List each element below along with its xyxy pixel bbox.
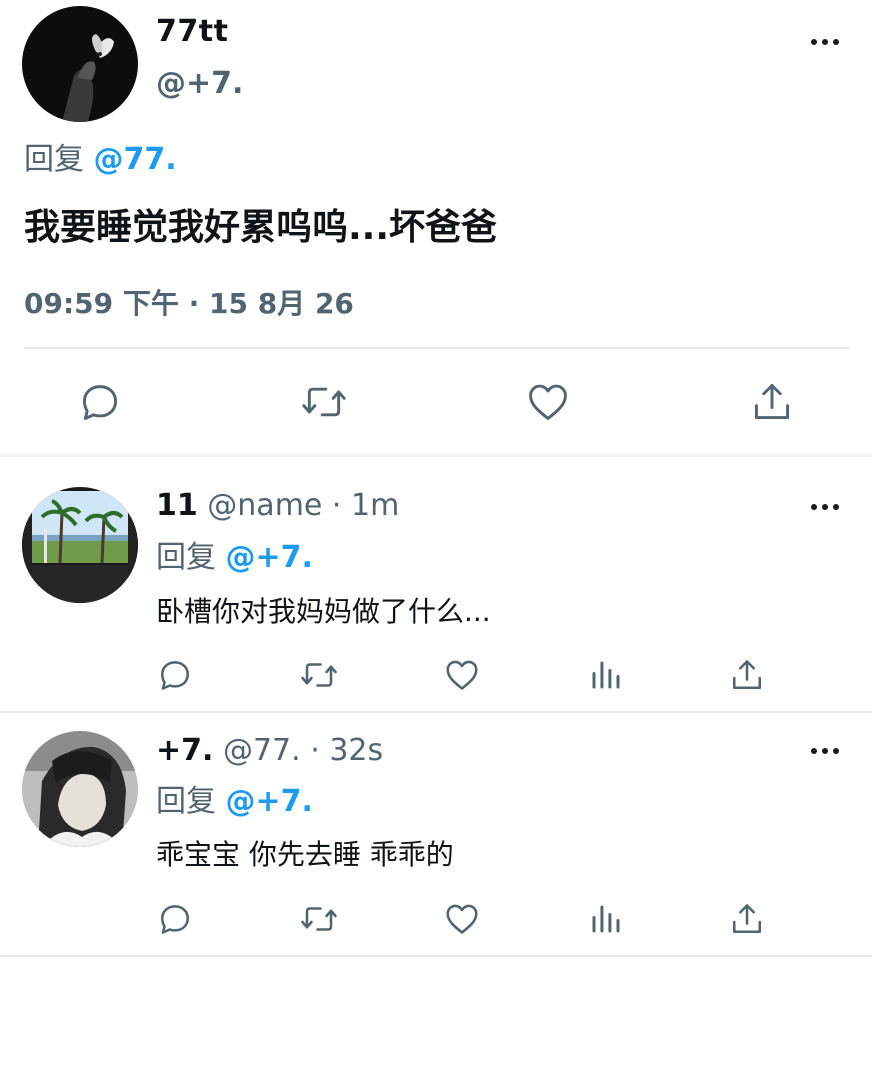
reply-handle[interactable]: @name — [207, 488, 322, 523]
share-icon[interactable] — [729, 901, 765, 937]
section-divider — [0, 454, 872, 457]
reply-prefix: 回复 — [24, 142, 84, 177]
reply-header: +7. @77. · 32s — [156, 733, 383, 768]
main-tweet-text: 我要睡觉我好累呜呜...坏爸爸 — [24, 207, 498, 248]
share-icon[interactable] — [750, 380, 794, 424]
like-icon[interactable] — [444, 901, 480, 937]
reply-prefix: 回复 — [156, 784, 216, 819]
analytics-icon[interactable] — [588, 657, 624, 693]
reply-prefix: 回复 — [156, 540, 216, 575]
main-avatar[interactable] — [22, 6, 138, 122]
reply-icon[interactable] — [157, 901, 193, 937]
reply-separator: · — [331, 488, 342, 523]
retweet-icon[interactable] — [299, 901, 339, 937]
reply-divider — [0, 955, 872, 957]
reply-avatar[interactable] — [22, 731, 138, 847]
reply-icon[interactable] — [157, 657, 193, 693]
retweet-icon[interactable] — [299, 657, 339, 693]
reply-text: 卧槽你对我妈妈做了什么... — [156, 595, 491, 628]
main-reply-context: 回复 @77. — [24, 134, 177, 178]
main-handle[interactable]: @+7. — [156, 66, 243, 101]
reply-avatar[interactable] — [22, 487, 138, 603]
reply-context: 回复 @+7. — [156, 776, 313, 820]
main-tweet-timestamp[interactable]: 09:59 下午 · 15 8月 26 — [24, 282, 354, 322]
reply-icon[interactable] — [78, 380, 122, 424]
more-options-icon[interactable] — [811, 747, 841, 757]
retweet-icon[interactable] — [300, 380, 348, 424]
reply-divider — [0, 711, 872, 713]
reply-text: 乖宝宝 你先去睡 乖乖的 — [156, 838, 454, 871]
reply-time[interactable]: 1m — [351, 488, 399, 523]
reply-time[interactable]: 32s — [329, 733, 383, 768]
share-icon[interactable] — [729, 657, 765, 693]
reply-display-name[interactable]: +7. — [156, 733, 213, 768]
reply-mention-link[interactable]: @77. — [94, 142, 177, 177]
reply-context: 回复 @+7. — [156, 532, 313, 576]
reply-display-name[interactable]: 11 — [156, 488, 198, 523]
analytics-icon[interactable] — [588, 901, 624, 937]
main-display-name[interactable]: 77tt — [156, 14, 228, 49]
reply-mention-link[interactable]: @+7. — [226, 540, 313, 575]
more-options-icon[interactable] — [811, 38, 841, 48]
like-icon[interactable] — [444, 657, 480, 693]
reply-header: 11 @name · 1m — [156, 488, 399, 523]
reply-separator: · — [310, 733, 320, 768]
more-options-icon[interactable] — [811, 503, 841, 513]
like-icon[interactable] — [526, 380, 570, 424]
reply-handle[interactable]: @77. — [223, 733, 301, 768]
main-divider — [24, 347, 850, 349]
reply-mention-link[interactable]: @+7. — [226, 784, 313, 819]
